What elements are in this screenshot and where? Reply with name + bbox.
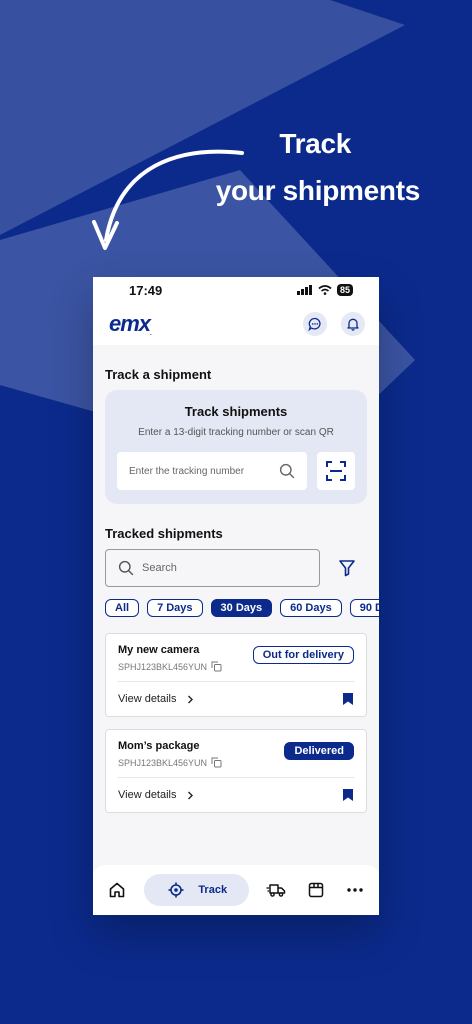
target-icon — [168, 882, 184, 898]
package-icon[interactable] — [304, 878, 328, 902]
search-icon — [279, 463, 295, 479]
more-icon[interactable] — [343, 878, 367, 902]
wifi-icon — [318, 285, 332, 295]
status-badge: Delivered — [284, 742, 354, 760]
chevron-right-icon — [187, 791, 193, 799]
phone-screen: 17:49 85 emx. Track a shipment Track shi… — [93, 277, 379, 915]
tracked-section-title: Tracked shipments — [105, 526, 223, 541]
search-input[interactable]: Search — [105, 549, 320, 587]
shipment-code-text: SPHJ123BKL456YUN — [118, 661, 208, 672]
view-details-label: View details — [118, 693, 177, 705]
home-icon[interactable] — [105, 878, 129, 902]
shipment-card[interactable]: My new camera SPHJ123BKL456YUN Out for d… — [105, 633, 367, 717]
shipment-code-text: SPHJ123BKL456YUN — [118, 757, 208, 768]
chip-all[interactable]: All — [105, 599, 140, 617]
view-details-label: View details — [118, 789, 177, 801]
shipment-name: My new camera — [118, 644, 200, 656]
filter-button[interactable] — [328, 549, 366, 587]
track-card: Track shipments Enter a 13-digit trackin… — [105, 390, 367, 504]
bookmark-icon[interactable] — [342, 788, 354, 802]
copy-icon[interactable] — [211, 661, 222, 672]
shipment-code: SPHJ123BKL456YUN — [118, 757, 222, 768]
bottom-navigation: Track — [93, 865, 379, 915]
tracking-number-input[interactable]: Enter the tracking number — [117, 452, 307, 490]
bell-icon[interactable] — [341, 312, 365, 336]
logo-text: emx — [109, 311, 151, 336]
scan-icon — [326, 461, 346, 481]
search-icon — [118, 560, 134, 576]
nav-track-label: Track — [198, 884, 228, 896]
headline-line-2: your shipments — [215, 175, 421, 206]
signal-icon — [296, 285, 312, 295]
chip-7-days[interactable]: 7 Days — [147, 599, 203, 617]
shipment-card[interactable]: Mom’s package SPHJ123BKL456YUN Delivered… — [105, 729, 367, 813]
date-filter-chips: All 7 Days 30 Days 60 Days 90 Days — [105, 599, 379, 617]
tracking-input-placeholder: Enter the tracking number — [129, 465, 245, 477]
view-details-link[interactable]: View details — [118, 693, 194, 705]
nav-track-tab[interactable]: Track — [144, 874, 250, 906]
chip-60-days[interactable]: 60 Days — [280, 599, 342, 617]
status-icons: 85 — [296, 284, 353, 296]
chip-30-days[interactable]: 30 Days — [210, 599, 273, 617]
track-card-subtitle: Enter a 13-digit tracking number or scan… — [138, 427, 334, 438]
search-placeholder: Search — [142, 562, 177, 574]
logo: emx. — [109, 311, 151, 337]
app-header: emx. — [93, 303, 379, 345]
track-section-title: Track a shipment — [105, 367, 212, 382]
shipment-name: Mom’s package — [118, 740, 200, 752]
shipment-code: SPHJ123BKL456YUN — [118, 661, 222, 672]
bookmark-icon[interactable] — [342, 692, 354, 706]
headline: Track your shipments — [215, 120, 421, 214]
filter-icon — [339, 560, 355, 577]
track-card-title: Track shipments — [184, 404, 288, 419]
status-time: 17:49 — [129, 282, 163, 298]
copy-icon[interactable] — [211, 757, 222, 768]
chip-90-days[interactable]: 90 Days — [349, 599, 379, 617]
delivery-truck-icon[interactable] — [264, 878, 288, 902]
status-badge: Out for delivery — [252, 646, 354, 664]
view-details-link[interactable]: View details — [118, 789, 194, 801]
curved-arrow-icon — [92, 149, 244, 250]
scan-qr-button[interactable] — [317, 452, 355, 490]
chat-icon[interactable] — [303, 312, 327, 336]
battery-icon: 85 — [336, 284, 353, 296]
status-bar: 17:49 85 — [93, 277, 379, 303]
chevron-right-icon — [187, 695, 193, 703]
